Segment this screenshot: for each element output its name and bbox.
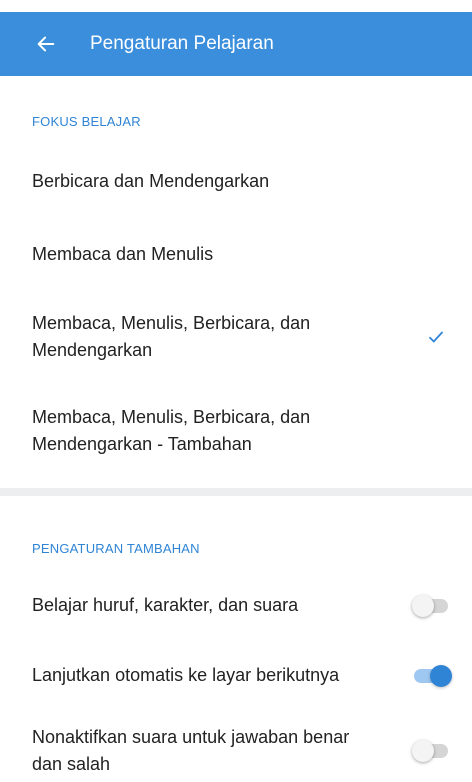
option-label: Berbicara dan Mendengarkan [32,171,270,191]
toggle-switch[interactable] [412,664,452,688]
setting-label: Belajar huruf, karakter, dan suara [32,595,299,615]
toggle-switch[interactable] [412,739,452,763]
section-header-focus: FOKUS BELAJAR [32,114,141,129]
focus-option-all-skills[interactable]: Membaca, Menulis, Berbicara, dan Mendeng… [32,310,447,364]
focus-option-all-skills-extra[interactable]: Membaca, Menulis, Berbicara, dan Mendeng… [32,404,447,458]
option-label: Membaca, Menulis, Berbicara, dan Mendeng… [32,313,311,360]
focus-option-reading-writing[interactable]: Membaca dan Menulis [32,241,447,268]
focus-option-speaking-listening[interactable]: Berbicara dan Mendengarkan [32,168,447,195]
app-bar: Pengaturan Pelajaran [0,12,472,76]
setting-mute-answer-sounds[interactable]: Nonaktifkan suara untuk jawaban benar da… [32,724,452,778]
setting-auto-continue[interactable]: Lanjutkan otomatis ke layar berikutnya [32,662,452,689]
setting-label: Nonaktifkan suara untuk jawaban benar da… [32,727,350,774]
toggle-switch[interactable] [412,594,452,618]
setting-label: Lanjutkan otomatis ke layar berikutnya [32,665,340,685]
option-label: Membaca dan Menulis [32,244,214,264]
arrow-left-icon [37,36,55,52]
page-title: Pengaturan Pelajaran [90,33,274,54]
back-button[interactable] [34,32,58,56]
section-divider [0,488,472,496]
checkmark-icon [425,326,447,348]
toggle-thumb [412,594,434,617]
toggle-thumb [430,664,452,687]
setting-learn-letters[interactable]: Belajar huruf, karakter, dan suara [32,592,452,619]
option-label: Membaca, Menulis, Berbicara, dan Mendeng… [32,407,311,454]
toggle-thumb [412,740,434,762]
section-header-extra: PENGATURAN TAMBAHAN [32,541,200,556]
